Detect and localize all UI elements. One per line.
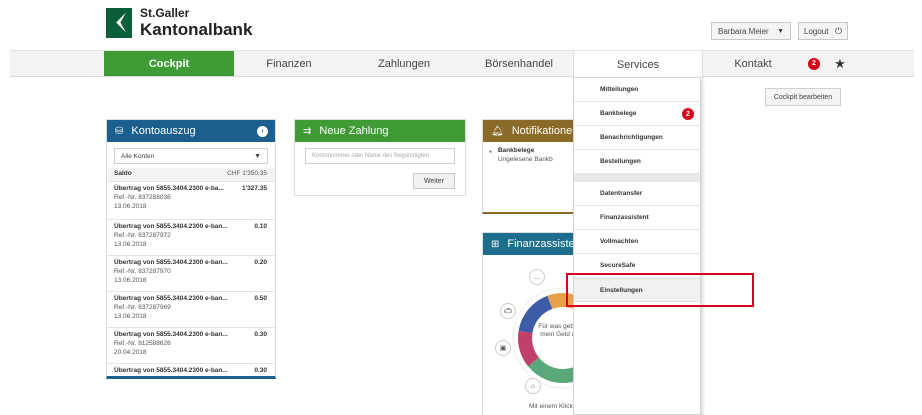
transaction-amount: 1'327.35 xyxy=(241,185,267,192)
transaction-ref: Ref.-Nr. 837288036 xyxy=(114,193,171,201)
arrow-right-icon[interactable]: › xyxy=(257,125,268,137)
transaction-date: 13.06.2018 xyxy=(114,312,147,320)
saldo-row: Saldo CHF 1'350.35 xyxy=(107,168,275,182)
transaction-date: 20.04.2018 xyxy=(114,348,147,356)
menu-item-mitteilungen[interactable]: Mitteilungen xyxy=(574,78,700,102)
wallet-icon[interactable]: ▣ xyxy=(495,340,511,356)
saldo-label: Saldo xyxy=(114,170,132,177)
finanzassistent-title: Finanzassiste xyxy=(507,238,575,250)
transaction-row[interactable]: Übertrag von 5855.3404.2300 e-ban... 0.2… xyxy=(107,256,275,292)
services-dropdown-menu: Mitteilungen Bankbelege 2 Benachrichtigu… xyxy=(573,77,701,415)
payee-input[interactable]: Kontonummer oder Name des Begünstigten xyxy=(305,148,455,164)
home-icon[interactable]: ⌂ xyxy=(525,378,541,394)
menu-item-bankbelege[interactable]: Bankbelege 2 xyxy=(574,102,700,126)
weiter-button[interactable]: Weiter xyxy=(413,173,455,189)
logout-button[interactable]: Logout ⏻ xyxy=(798,22,848,40)
user-menu-button[interactable]: Barbara Meier ▼ xyxy=(711,22,791,40)
account-select[interactable]: Alle Konten ▼ xyxy=(114,148,268,164)
more-options-icon[interactable]: ... xyxy=(529,269,545,285)
favorites-star-icon[interactable]: ★ xyxy=(830,51,850,76)
transfer-icon: ⇉ xyxy=(303,125,312,137)
transaction-title: Übertrag von 5855.3404.2300 e-ban... xyxy=(114,331,228,338)
bell-icon: 🔔︎ xyxy=(491,125,504,137)
highlight-box xyxy=(566,273,754,307)
bank-logo-icon xyxy=(106,7,132,38)
grid-icon: ⊞ xyxy=(491,238,500,250)
kontoauszug-card: ⛁ Kontoauszug › Alle Konten ▼ Saldo CHF … xyxy=(106,119,276,379)
bankbelege-badge: 2 xyxy=(682,108,694,120)
brand-line1: St.Galler xyxy=(140,6,190,20)
transaction-date: 13.06.2018 xyxy=(114,240,147,248)
user-name: Barbara Meier xyxy=(718,26,769,36)
transaction-title: Übertrag von 5855.3404.2300 e-ban... xyxy=(114,295,228,302)
menu-item-vollmachten[interactable]: Vollmachten xyxy=(574,230,700,254)
transaction-row[interactable]: Übertrag von 5855.3404.2300 e-ban... 0.5… xyxy=(107,292,275,328)
menu-separator xyxy=(574,174,700,182)
notifikationen-header: 🔔︎ Notifikatione xyxy=(483,120,574,142)
menu-item-bestellungen[interactable]: Bestellungen xyxy=(574,150,700,174)
car-icon[interactable]: 🚗︎ xyxy=(500,303,516,319)
transaction-title: Übertrag von 5855.3404.2300 e-ban... xyxy=(114,259,228,266)
neue-zahlung-card: ⇉ Neue Zahlung Kontonummer oder Name des… xyxy=(294,119,466,196)
transaction-row[interactable]: Übertrag von 5855.3404.2300 e-ban... 0.3… xyxy=(107,364,275,376)
transaction-ref: Ref.-Nr. 837287972 xyxy=(114,231,171,239)
transaction-row[interactable]: Übertrag von 5855.3404.2300 e-ban... 0.3… xyxy=(107,328,275,364)
main-nav: Cockpit Finanzen Zahlungen Börsenhandel … xyxy=(10,50,914,78)
nav-cockpit[interactable]: Cockpit xyxy=(104,51,234,76)
transaction-row[interactable]: Übertrag von 5855.3404.2300 e-ban... 0.1… xyxy=(107,220,275,256)
transaction-title: Übertrag von 5855.3404.2300 e-ban... xyxy=(114,367,228,374)
nav-finanzen[interactable]: Finanzen xyxy=(234,51,344,76)
brand-line2: Kantonalbank xyxy=(140,20,253,39)
nav-kontakt[interactable]: Kontakt xyxy=(703,51,803,76)
transaction-ref: Ref.-Nr. 837287970 xyxy=(114,267,171,275)
notification-badge[interactable]: 2 xyxy=(808,57,820,70)
kontoauszug-header: ⛁ Kontoauszug › xyxy=(107,120,275,142)
notification-item[interactable]: ▪ Bankbelege Ungelesene Bankb xyxy=(483,142,574,170)
chevron-down-icon: ▼ xyxy=(777,27,784,35)
power-icon: ⏻ xyxy=(834,25,842,36)
saldo-value: CHF 1'350.35 xyxy=(227,170,267,177)
logout-label: Logout xyxy=(804,26,829,36)
transaction-ref: Ref.-Nr. 837287969 xyxy=(114,303,171,311)
cockpit-edit-button[interactable]: Cockpit bearbeiten xyxy=(765,88,841,106)
notifikationen-card: 🔔︎ Notifikatione ▪ Bankbelege Ungelesene… xyxy=(482,119,574,214)
notification-item-title: Bankbelege xyxy=(497,147,535,154)
transaction-amount: 0.30 xyxy=(254,367,267,374)
transaction-ref: Ref.-Nr. 812588626 xyxy=(114,339,171,347)
menu-item-benachrichtigungen[interactable]: Benachrichtigungen xyxy=(574,126,700,150)
bank-logo[interactable]: St.Galler Kantonalbank xyxy=(106,7,252,38)
transaction-amount: 0.20 xyxy=(254,259,267,266)
transaction-date: 13.06.2018 xyxy=(114,202,147,210)
transaction-row[interactable]: Übertrag von 5855.3404.2300 e-ba... 1'32… xyxy=(107,182,275,220)
account-select-value: Alle Konten xyxy=(121,152,155,160)
menu-item-datentransfer[interactable]: Datentransfer xyxy=(574,182,700,206)
coins-icon: ⛁ xyxy=(115,125,124,137)
transaction-title: Übertrag von 5855.3404.2300 e-ban... xyxy=(114,223,228,230)
nav-services[interactable]: Services xyxy=(573,51,703,78)
notifikationen-title: Notifikatione xyxy=(511,125,573,137)
transaction-amount: 0.50 xyxy=(254,295,267,302)
nav-zahlungen[interactable]: Zahlungen xyxy=(344,51,464,76)
notification-item-sub: Ungelesene Bankb xyxy=(497,155,553,163)
menu-item-finanzassistent[interactable]: Finanzassistent xyxy=(574,206,700,230)
document-icon: ▪ xyxy=(489,147,492,156)
neue-zahlung-title: Neue Zahlung xyxy=(319,125,389,137)
transaction-date: 13.06.2018 xyxy=(114,276,147,284)
transaction-amount: 0.10 xyxy=(254,223,267,230)
kontoauszug-title: Kontoauszug xyxy=(131,125,196,137)
transaction-amount: 0.30 xyxy=(254,331,267,338)
menu-item-label: Bankbelege xyxy=(600,110,637,117)
nav-boersenhandel[interactable]: Börsenhandel xyxy=(464,51,574,76)
chevron-down-icon: ▼ xyxy=(254,152,261,160)
neue-zahlung-header: ⇉ Neue Zahlung xyxy=(295,120,465,142)
